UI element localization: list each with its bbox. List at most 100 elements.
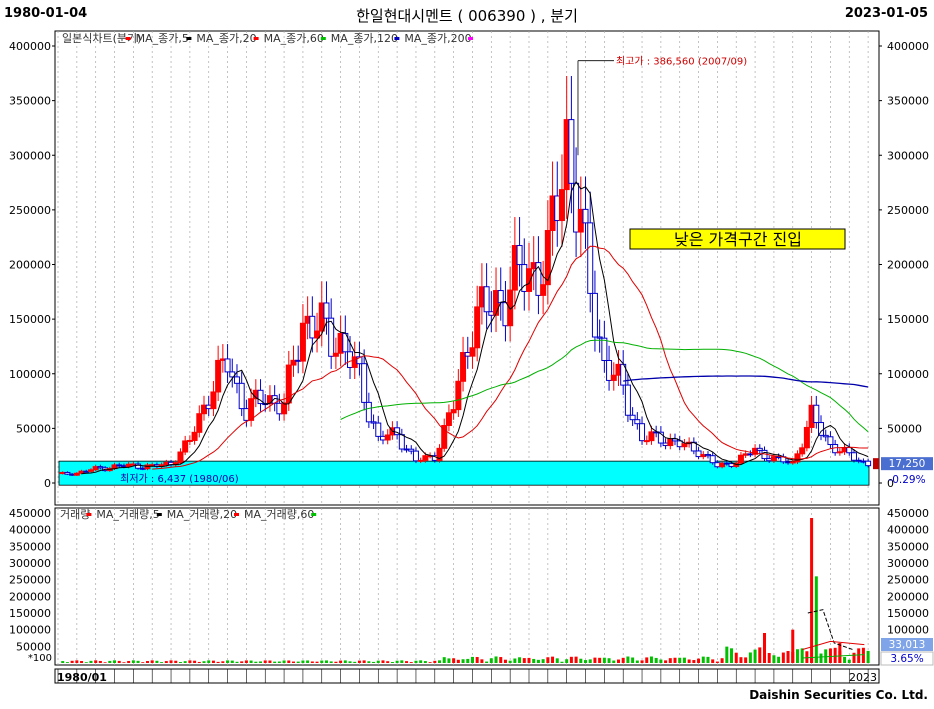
volume-bar [390, 661, 394, 663]
volume-bar [442, 657, 446, 663]
volume-bar [786, 651, 790, 663]
volume-bar [61, 661, 65, 663]
price-y-tick-right: 350000 [887, 95, 929, 108]
volume-bar [150, 660, 154, 663]
volume-bar [348, 661, 352, 663]
volume-bar [706, 656, 710, 663]
candle-up [474, 306, 481, 349]
volume-bar [452, 658, 456, 663]
x-label-end: 2023 [849, 671, 877, 684]
volume-bar [428, 662, 432, 663]
volume-bar [414, 660, 418, 663]
volume-legend-label: MA_거래량,60 [244, 508, 314, 521]
last-price-marker [873, 458, 879, 470]
high-annotation: 최고가 : 386,560 (2007/09) [616, 56, 747, 68]
candle-up [182, 440, 189, 453]
volume-bar [621, 657, 625, 663]
volume-panel-frame [54, 507, 880, 666]
volume-bar [602, 657, 606, 663]
candle-down [398, 434, 405, 450]
volume-bar [833, 647, 837, 663]
volume-y-tick-left: 400000 [9, 524, 51, 537]
candle-up [799, 447, 806, 455]
volume-bar [843, 656, 847, 663]
candle-up [196, 413, 203, 433]
volume-bar [701, 656, 705, 663]
candle-down [412, 450, 419, 462]
stock-chart: 400000 400000 350000 350000 300000 300000 2500… [9, 30, 934, 684]
candle-down [865, 460, 872, 467]
candle-down [233, 376, 240, 384]
volume-y-tick-right: 150000 [887, 607, 929, 620]
price-y-tick-left: 250000 [9, 204, 51, 217]
volume-bar [329, 661, 333, 663]
volume-bar [423, 661, 427, 663]
volume-bar [160, 662, 164, 663]
volume-legend-marker [86, 513, 92, 516]
volume-bar [438, 660, 442, 663]
footer-brand: Daishin Securities Co. Ltd. [749, 688, 928, 702]
volume-bar [725, 646, 729, 663]
volume-bar [89, 660, 93, 663]
candle-down [601, 337, 608, 361]
volume-change-text: 3.65% [890, 653, 923, 665]
volume-bar [536, 659, 540, 663]
volume-legend-label: 거래량 [60, 508, 90, 521]
price-y-tick-left: 300000 [9, 149, 51, 162]
volume-bar [522, 658, 526, 663]
price-y-tick-right: 150000 [887, 313, 929, 326]
volume-bar [433, 660, 437, 663]
volume-bar [828, 648, 832, 663]
volume-spike [791, 629, 795, 663]
price-y-tick-left: 200000 [9, 259, 51, 272]
candle-down [709, 455, 716, 464]
volume-bar [711, 659, 715, 663]
volume-bar [485, 661, 489, 663]
candle-down [639, 423, 646, 442]
volume-bar [697, 658, 701, 663]
volume-spike [810, 518, 814, 663]
low-annotation: 최저가 : 6,437 (1980/06) [120, 473, 239, 485]
price-change-text: -0.29% [888, 474, 925, 486]
candle-up [737, 454, 744, 464]
price-y-tick-left: 150000 [9, 313, 51, 326]
volume-y-tick-left: 250000 [9, 574, 51, 587]
volume-y-tick-left: 350000 [9, 540, 51, 553]
candle-down [375, 422, 382, 437]
candle-up [558, 189, 565, 222]
volume-bar [117, 660, 121, 663]
volume-bar [673, 657, 677, 663]
price-y-tick-right: 50000 [887, 422, 922, 435]
volume-bar [372, 661, 376, 663]
candle-down [582, 208, 589, 224]
volume-bar [518, 657, 522, 663]
volume-bar [649, 656, 653, 663]
price-y-tick-left: 100000 [9, 368, 51, 381]
price-y-tick-right: 250000 [887, 204, 929, 217]
volume-y-tick-left: 50000 [16, 640, 51, 653]
volume-unit-label: *100 [28, 653, 52, 664]
last-price-text: 17,250 [889, 458, 926, 470]
price-legend-label: MA_종가,120 [331, 32, 398, 45]
price-legend-marker [253, 37, 259, 40]
volume-y-tick-left: 200000 [9, 590, 51, 603]
volume-bar [395, 660, 399, 663]
volume-bar [419, 660, 423, 663]
volume-bar [480, 659, 484, 663]
volume-bar [584, 660, 588, 663]
volume-bar [339, 660, 343, 663]
volume-bar [84, 662, 88, 663]
volume-bar [357, 660, 361, 663]
volume-bar [268, 660, 272, 663]
volume-bar [216, 661, 220, 663]
volume-bar [777, 656, 781, 663]
volume-bar [631, 657, 635, 663]
volume-legend-marker [234, 513, 239, 516]
price-y-tick-left: 350000 [9, 95, 51, 108]
volume-bar [640, 660, 644, 663]
volume-y-tick-left: 450000 [9, 507, 51, 520]
volume-bar [405, 661, 409, 663]
candle-up [299, 322, 306, 362]
last-volume-text: 33,013 [889, 639, 926, 651]
candle-up [794, 453, 801, 463]
